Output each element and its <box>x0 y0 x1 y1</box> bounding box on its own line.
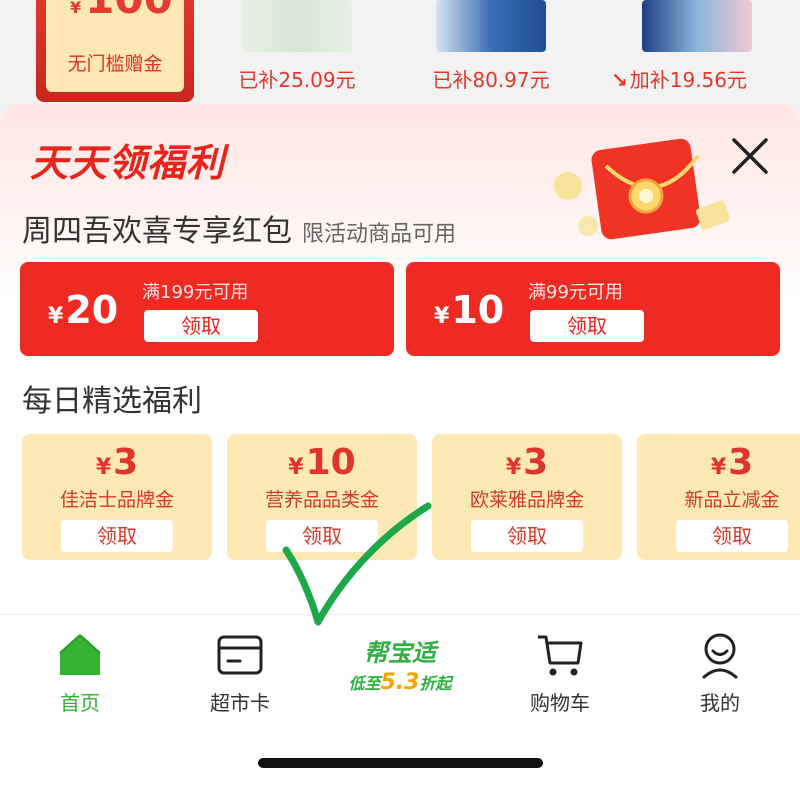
coupon-condition: 满99元可用 <box>528 282 623 303</box>
promo-title: 帮宝适 <box>364 639 436 667</box>
coupon-value: ¥3 <box>505 442 549 483</box>
red-envelope-section-subtitle: 限活动商品可用 <box>302 222 457 247</box>
product-subsidy: 已补80.97元 <box>432 68 550 92</box>
home-icon <box>59 634 101 675</box>
red-coupon-card: ¥10 满99元可用 领取 <box>406 262 780 356</box>
nav-item-home[interactable]: 首页 <box>0 615 160 715</box>
coupon-name: 新品立减金 <box>684 489 780 511</box>
coupon-value: ¥3 <box>710 442 754 483</box>
claim-button[interactable]: 领取 <box>266 520 378 552</box>
nav-item-pampers-promo[interactable]: 帮宝适 低至5.3折起 <box>320 615 480 715</box>
product-card[interactable]: ↘ 加补19.56元 <box>611 0 762 92</box>
product-card[interactable]: 已补80.97元 <box>426 0 556 92</box>
close-button[interactable] <box>728 134 772 178</box>
daily-coupon-card: ¥3 佳洁士品牌金 领取 <box>22 434 212 560</box>
coupon-name: 佳洁士品牌金 <box>59 489 174 511</box>
background-product-strip: ¥100 无门槛赠金 已补25.09元 已补80.97元 ↘加补19.56元 <box>0 0 800 120</box>
coupon-value: ¥10 <box>434 288 505 332</box>
gift-card[interactable]: ¥100 无门槛赠金 <box>36 0 194 102</box>
claim-button[interactable]: 领取 <box>61 520 173 552</box>
product-image <box>436 0 546 52</box>
red-envelope-section-title: 周四吾欢喜专享红包 限活动商品可用 <box>22 214 457 249</box>
daily-coupon-card: ¥3 欧莱雅品牌金 领取 <box>432 434 622 560</box>
bottom-nav: 首页 超市卡 帮宝适 低至5.3折起 购物车 我的 <box>0 614 800 715</box>
coupon-value: ¥3 <box>95 442 139 483</box>
nav-label: 我的 <box>700 691 740 715</box>
claim-button[interactable]: 领取 <box>144 310 258 342</box>
modal-title: 天天领福利 <box>30 141 226 185</box>
claim-button[interactable]: 领取 <box>676 520 788 552</box>
nav-label: 首页 <box>60 691 100 715</box>
product-subsidy: ↘ 加补19.56元 <box>610 68 748 92</box>
product-image <box>642 0 752 52</box>
product-card[interactable]: 已补25.09元 <box>232 0 362 92</box>
coupon-condition: 满199元可用 <box>142 282 249 303</box>
home-indicator[interactable] <box>258 758 543 768</box>
welfare-modal: 天天领福利 周四吾欢喜专享红包 限活动商品可用 ¥20 满199元可用 领取 ¥1… <box>0 104 800 624</box>
gift-card-label: 无门槛赠金 <box>67 53 163 75</box>
claim-button[interactable]: 领取 <box>530 310 644 342</box>
nav-item-profile[interactable]: 我的 <box>640 615 800 715</box>
product-subsidy: 已补25.09元 <box>238 68 356 92</box>
cart-icon <box>538 635 583 676</box>
daily-coupon-card: ¥3 新品立减金 领取 <box>637 434 800 560</box>
red-coupon-card: ¥20 满199元可用 领取 <box>20 262 394 356</box>
nav-item-cart[interactable]: 购物车 <box>480 615 640 715</box>
trend-down-arrow-icon: ↘ <box>610 68 628 92</box>
gift-card-amount: ¥100 <box>70 0 173 23</box>
daily-coupon-card: ¥10 营养品品类金 领取 <box>227 434 417 560</box>
daily-section-title: 每日精选福利 <box>22 384 202 419</box>
red-envelope-illustration-icon <box>554 138 731 240</box>
coupon-value: ¥10 <box>288 442 356 483</box>
promo-subtitle: 低至5.3折起 <box>348 670 452 695</box>
coupon-name: 营养品品类金 <box>264 489 379 511</box>
coupon-value: ¥20 <box>48 288 119 332</box>
daily-coupon-row[interactable]: ¥3 佳洁士品牌金 领取 ¥10 营养品品类金 领取 ¥3 欧莱雅品牌金 领取 … <box>0 434 800 564</box>
nav-label: 购物车 <box>530 691 590 715</box>
product-image <box>242 0 352 52</box>
nav-item-supermarket-card[interactable]: 超市卡 <box>160 615 320 715</box>
nav-label: 超市卡 <box>210 691 270 715</box>
coupon-name: 欧莱雅品牌金 <box>469 489 584 511</box>
card-icon <box>217 635 263 675</box>
claim-button[interactable]: 领取 <box>471 520 583 552</box>
profile-icon <box>702 633 738 679</box>
close-icon <box>732 138 768 174</box>
